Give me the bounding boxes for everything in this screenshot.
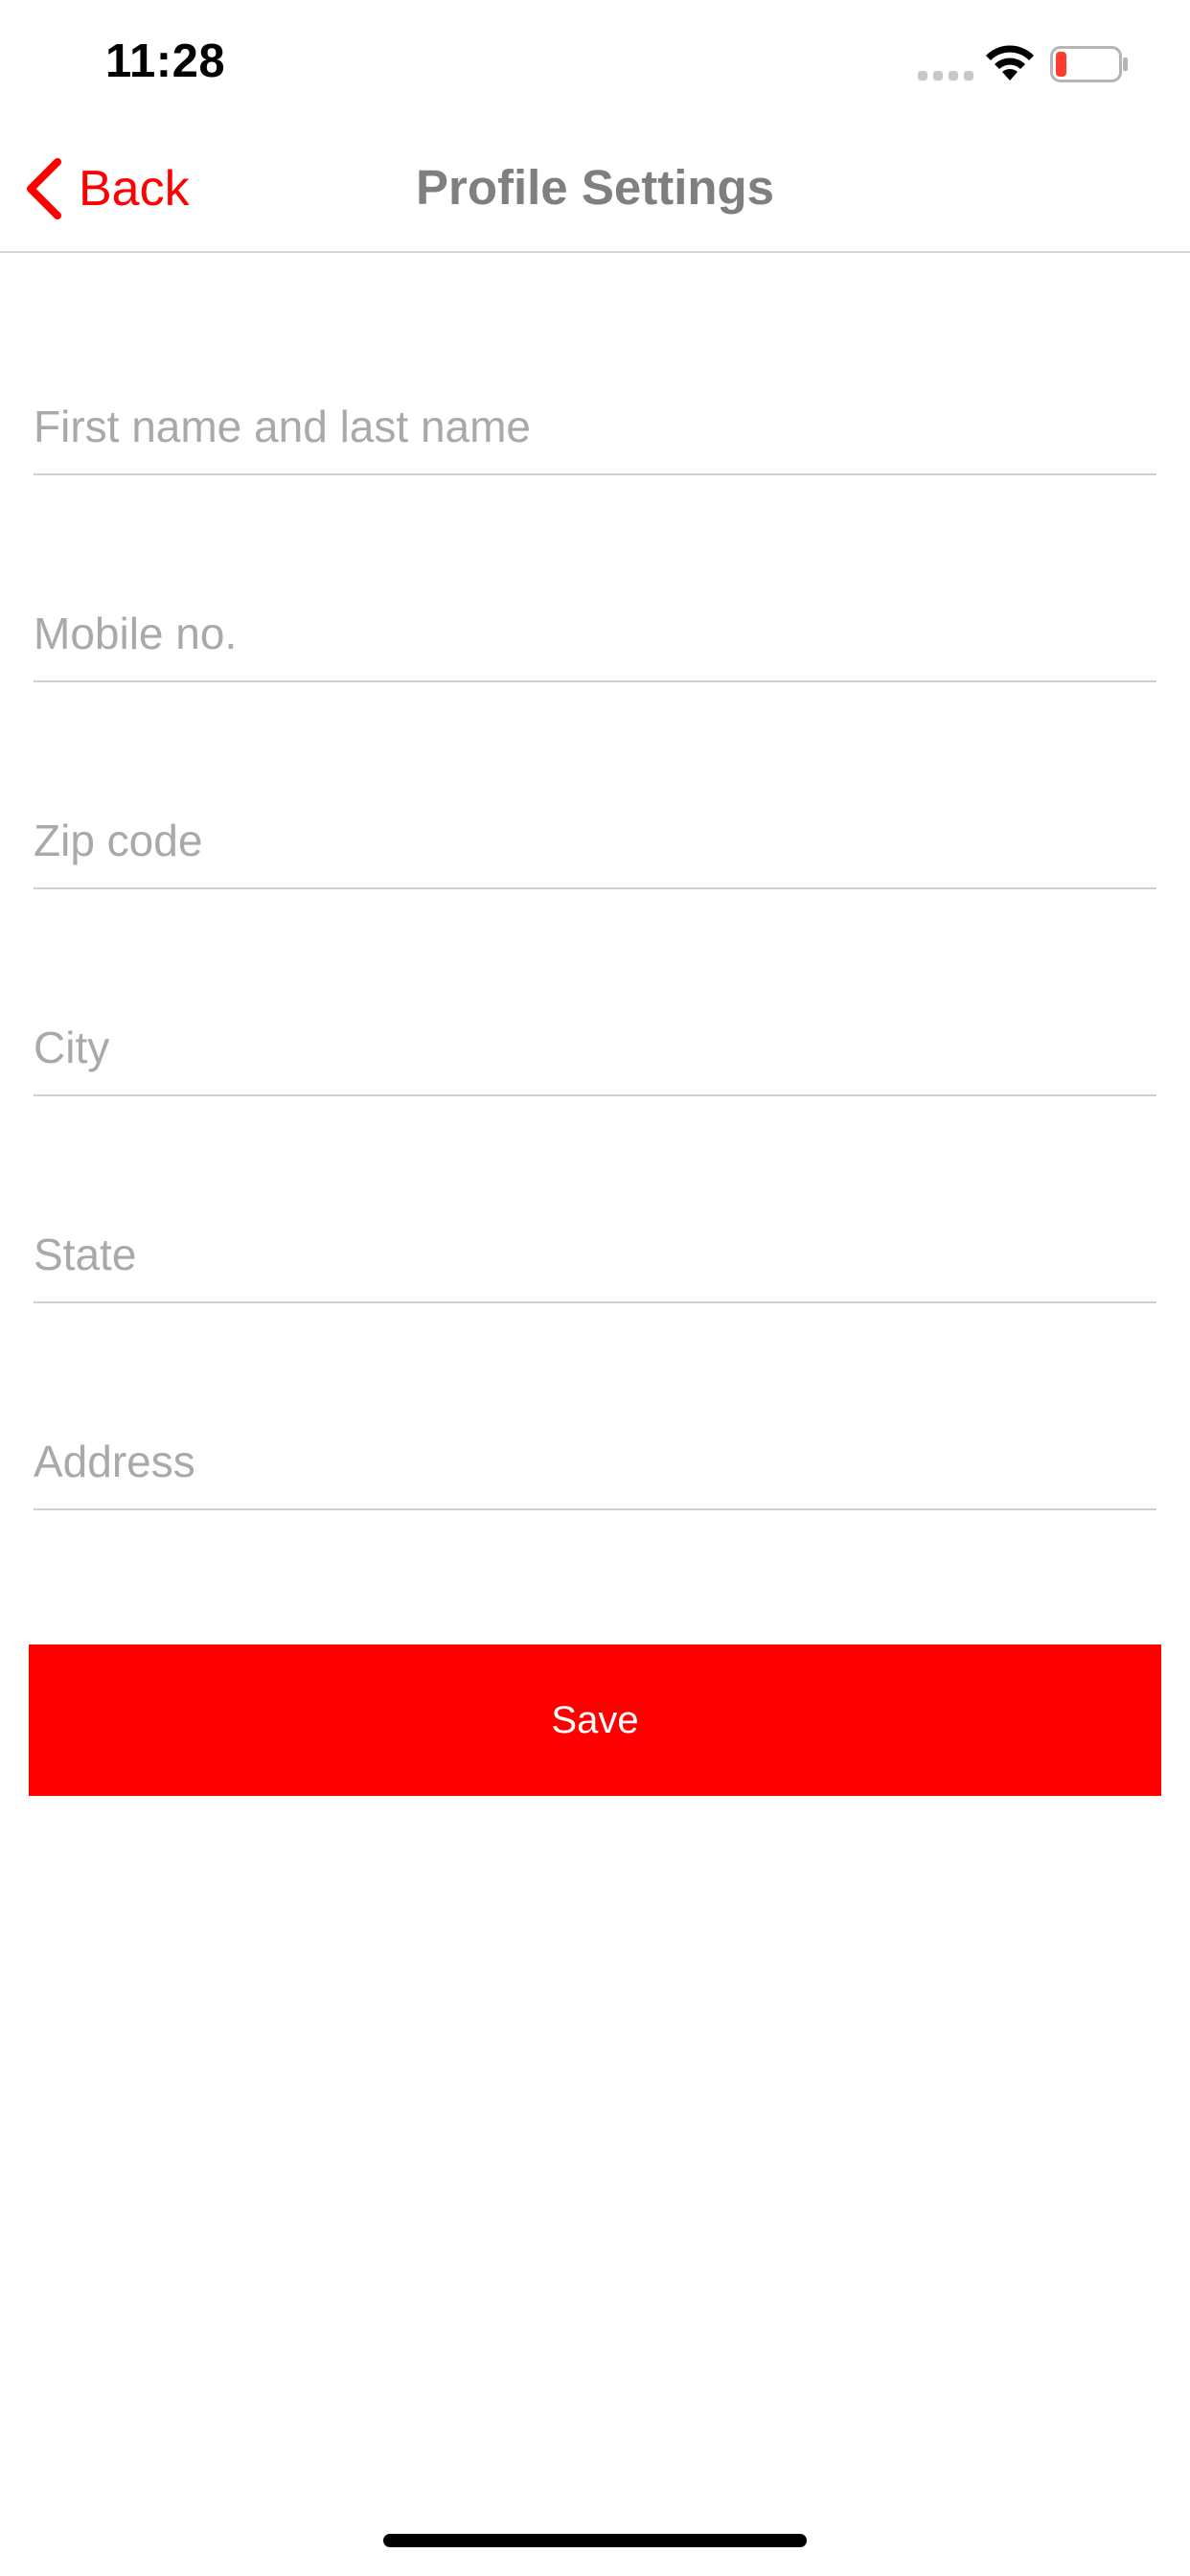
name-field-container [34,378,1156,475]
mobile-input[interactable] [34,608,1156,659]
nav-bar: Profile Settings Back [0,126,1190,253]
zip-field-container [34,792,1156,889]
back-label: Back [79,161,190,217]
status-time: 11:28 [105,35,226,87]
mobile-field-container [34,585,1156,682]
address-field-container [34,1413,1156,1510]
chevron-left-icon [27,158,61,219]
address-input[interactable] [34,1436,1156,1487]
battery-low-icon [1050,46,1128,82]
back-button[interactable]: Back [21,155,190,222]
status-bar: 11:28 [0,0,1190,126]
city-input[interactable] [34,1022,1156,1073]
state-field-container [34,1206,1156,1303]
state-input[interactable] [34,1229,1156,1280]
save-button[interactable]: Save [29,1644,1161,1796]
full-name-input[interactable] [34,401,1156,452]
signal-icon [918,71,973,80]
home-indicator [383,2534,807,2547]
city-field-container [34,999,1156,1096]
zip-code-input[interactable] [34,815,1156,866]
wifi-icon [986,45,1034,80]
